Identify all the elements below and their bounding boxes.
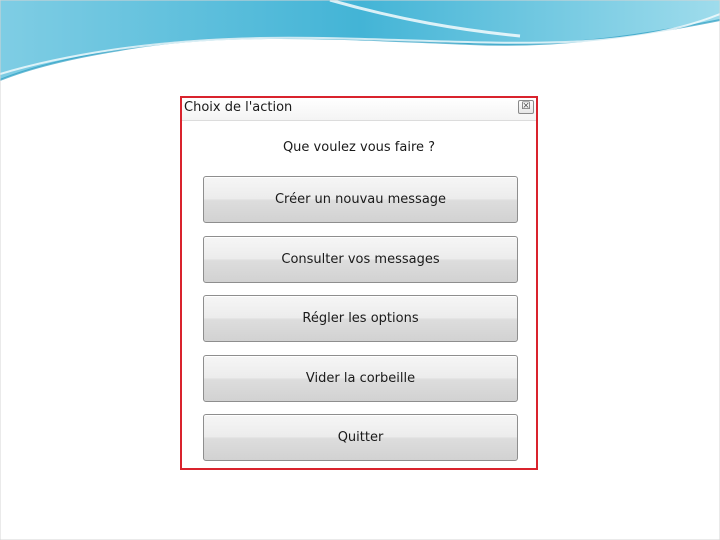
settings-button[interactable]: Régler les options: [203, 295, 518, 342]
view-messages-button[interactable]: Consulter vos messages: [203, 236, 518, 283]
empty-trash-button[interactable]: Vider la corbeille: [203, 355, 518, 402]
dialog-prompt: Que voulez vous faire ?: [282, 140, 436, 155]
dialog-titlebar[interactable]: Choix de l'action ☒: [182, 98, 536, 121]
dialog-title: Choix de l'action: [184, 100, 293, 115]
create-message-button[interactable]: Créer un nouvau message: [203, 176, 518, 223]
close-icon[interactable]: ☒: [518, 100, 534, 114]
action-dialog: Choix de l'action ☒ Que voulez vous fair…: [180, 96, 538, 470]
quit-button[interactable]: Quitter: [203, 414, 518, 461]
